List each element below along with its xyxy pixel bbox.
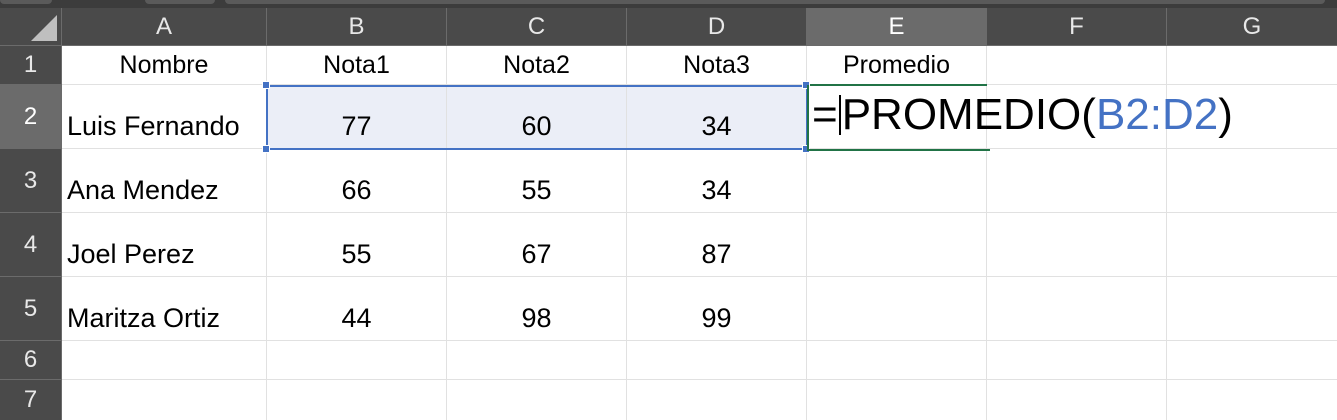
column-header-d[interactable]: D [627, 8, 807, 46]
cell-b2[interactable]: 77 [267, 85, 447, 149]
cell-c7[interactable] [447, 380, 627, 420]
cell-g4[interactable] [1167, 213, 1337, 277]
formula-function: PROMEDIO( [841, 90, 1096, 139]
select-all-triangle-icon [31, 15, 57, 41]
cell-a3[interactable]: Ana Mendez [62, 149, 267, 213]
cell-g6[interactable] [1167, 341, 1337, 380]
tab-stub [145, 0, 215, 4]
cell-d3[interactable]: 34 [627, 149, 807, 213]
cell-e1[interactable]: Promedio [807, 46, 987, 85]
cell-b6[interactable] [267, 341, 447, 380]
tab-stub [0, 0, 52, 4]
row-header-6[interactable]: 6 [0, 341, 62, 380]
cell-e6[interactable] [807, 341, 987, 380]
column-header-e[interactable]: E [807, 8, 987, 46]
range-handle-top-right[interactable] [802, 81, 810, 89]
formula-reference: B2:D2 [1095, 90, 1219, 139]
cell-f4[interactable] [987, 213, 1167, 277]
cell-a6[interactable] [62, 341, 267, 380]
formula-equals: = [812, 90, 838, 139]
range-handle-top-left[interactable] [262, 81, 270, 89]
cell-e2-formula-editor[interactable]: =PROMEDIO(B2:D2) [812, 93, 1233, 137]
range-handle-bottom-left[interactable] [262, 145, 270, 153]
row-header-1[interactable]: 1 [0, 46, 62, 85]
cell-e4[interactable] [807, 213, 987, 277]
cell-b4[interactable]: 55 [267, 213, 447, 277]
cell-b5[interactable]: 44 [267, 277, 447, 341]
active-cell-column-accent [806, 84, 987, 86]
cell-c4[interactable]: 67 [447, 213, 627, 277]
cell-c5[interactable]: 98 [447, 277, 627, 341]
column-header-f[interactable]: F [987, 8, 1167, 46]
cell-e7[interactable] [807, 380, 987, 420]
cell-e5[interactable] [807, 277, 987, 341]
cell-c1[interactable]: Nota2 [447, 46, 627, 85]
column-header-c[interactable]: C [447, 8, 627, 46]
row-header-4[interactable]: 4 [0, 213, 62, 277]
cell-d1[interactable]: Nota3 [627, 46, 807, 85]
cell-a4[interactable]: Joel Perez [62, 213, 267, 277]
row-header-7[interactable]: 7 [0, 380, 62, 420]
cell-d5[interactable]: 99 [627, 277, 807, 341]
cell-b3[interactable]: 66 [267, 149, 447, 213]
cell-g1[interactable] [1167, 46, 1337, 85]
column-header-g[interactable]: G [1167, 8, 1337, 46]
cell-d6[interactable] [627, 341, 807, 380]
cell-d2[interactable]: 34 [627, 85, 807, 149]
cell-f6[interactable] [987, 341, 1167, 380]
cell-f7[interactable] [987, 380, 1167, 420]
cell-c6[interactable] [447, 341, 627, 380]
formula-close-paren: ) [1218, 90, 1233, 139]
cell-a1[interactable]: Nombre [62, 46, 267, 85]
cell-d7[interactable] [627, 380, 807, 420]
row-header-5[interactable]: 5 [0, 277, 62, 341]
select-all-button[interactable] [0, 8, 62, 46]
column-header-b[interactable]: B [267, 8, 447, 46]
cell-g5[interactable] [1167, 277, 1337, 341]
text-caret [838, 95, 841, 135]
cell-a2[interactable]: Luis Fernando [62, 85, 267, 149]
tab-stub [225, 0, 1325, 4]
cell-c2[interactable]: 60 [447, 85, 627, 149]
cell-a7[interactable] [62, 380, 267, 420]
cell-e3[interactable] [807, 149, 987, 213]
column-header-a[interactable]: A [62, 8, 267, 46]
cell-c3[interactable]: 55 [447, 149, 627, 213]
cell-b7[interactable] [267, 380, 447, 420]
cell-f3[interactable] [987, 149, 1167, 213]
cell-g7[interactable] [1167, 380, 1337, 420]
cell-f1[interactable] [987, 46, 1167, 85]
cell-f5[interactable] [987, 277, 1167, 341]
cell-a5[interactable]: Maritza Ortiz [62, 277, 267, 341]
row-header-3[interactable]: 3 [0, 149, 62, 213]
range-handle-bottom-right[interactable] [802, 145, 810, 153]
cell-g3[interactable] [1167, 149, 1337, 213]
cell-d4[interactable]: 87 [627, 213, 807, 277]
row-header-2[interactable]: 2 [0, 85, 62, 149]
top-strip [0, 0, 1337, 8]
cell-b1[interactable]: Nota1 [267, 46, 447, 85]
spreadsheet-grid: A B C D E F G 1 2 3 4 5 6 7 Nombre Nota1… [0, 8, 1337, 420]
